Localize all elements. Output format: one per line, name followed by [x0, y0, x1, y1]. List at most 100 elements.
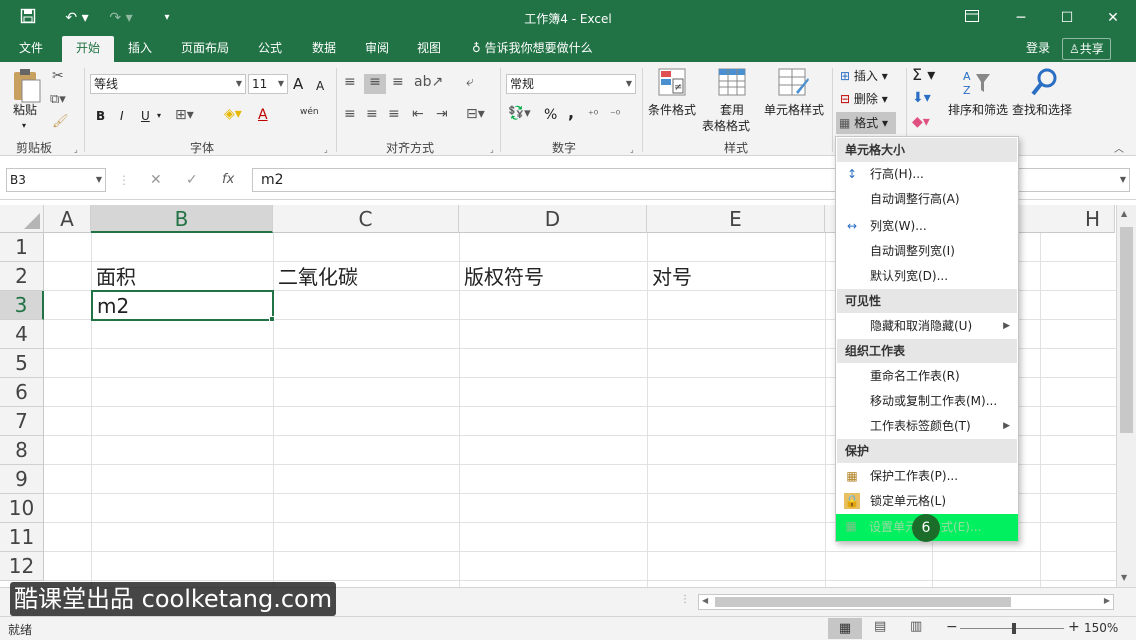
align-left-icon[interactable]: ≡ — [344, 106, 356, 122]
row-header-12[interactable]: 12 — [0, 552, 44, 581]
row-header-5[interactable]: 5 — [0, 349, 44, 378]
select-all-corner[interactable] — [0, 205, 44, 233]
autosum-icon[interactable]: Σ ▾ — [912, 67, 935, 83]
paste-dropdown-icon[interactable]: ▾ — [22, 118, 26, 134]
cell-d2[interactable]: 版权符号 — [460, 263, 544, 292]
column-header-d[interactable]: D — [459, 205, 647, 233]
row-header-7[interactable]: 7 — [0, 407, 44, 436]
accounting-format-icon[interactable]: 💱▾ — [508, 106, 531, 122]
conditional-formatting-button[interactable]: 条件格式 — [648, 102, 696, 118]
sort-filter-icon[interactable]: AZ — [962, 68, 992, 100]
page-break-view-icon[interactable]: ▥ — [910, 619, 922, 634]
login-link[interactable]: 登录 — [1020, 36, 1056, 62]
tab-view[interactable]: 视图 — [411, 36, 447, 62]
paste-button[interactable]: 粘贴 — [13, 102, 37, 118]
column-header-a[interactable]: A — [44, 205, 91, 233]
copy-icon[interactable]: ⧉▾ — [50, 92, 66, 108]
scroll-up-icon[interactable]: ▲ — [1121, 209, 1127, 218]
menu-rename-sheet[interactable]: 重命名工作表(R) — [837, 364, 1017, 389]
menu-autofit-column[interactable]: 自动调整列宽(I) — [837, 239, 1017, 264]
vertical-scrollbar[interactable]: ▲ ▼ — [1116, 205, 1136, 587]
row-header-2[interactable]: 2 — [0, 262, 44, 291]
row-header-3[interactable]: 3 — [0, 291, 44, 320]
page-layout-view-icon[interactable]: ▤ — [874, 619, 886, 634]
scroll-right-icon[interactable]: ▶ — [1104, 596, 1110, 605]
row-header-11[interactable]: 11 — [0, 523, 44, 552]
delete-cells-button[interactable]: ⊟ 删除 ▾ — [840, 91, 888, 107]
zoom-slider-thumb[interactable] — [1012, 623, 1016, 634]
menu-protect-sheet[interactable]: ▦ 保护工作表(P)... — [837, 464, 1017, 489]
format-as-table-label-2[interactable]: 表格格式 — [702, 118, 750, 134]
column-header-e[interactable]: E — [647, 205, 825, 233]
paste-icon[interactable] — [10, 68, 44, 106]
insert-cells-button[interactable]: ⊞ 插入 ▾ — [840, 68, 888, 84]
menu-column-width[interactable]: ↔ 列宽(W)... — [837, 214, 1017, 239]
borders-icon[interactable]: ⊞▾ — [175, 107, 194, 123]
cut-icon[interactable]: ✂ — [52, 68, 64, 84]
wrap-text-icon[interactable]: ⤶ — [466, 74, 474, 90]
align-middle-icon[interactable]: ≡ — [364, 74, 386, 94]
cell-c2[interactable]: 二氧化碳 — [274, 263, 358, 292]
tab-file[interactable]: 文件 — [13, 36, 49, 62]
name-box[interactable]: B3 ▼ — [6, 168, 106, 192]
zoom-in-button[interactable]: + — [1068, 619, 1080, 635]
tab-review[interactable]: 审阅 — [359, 36, 395, 62]
format-as-table-label-1[interactable]: 套用 — [720, 102, 744, 118]
fill-color-icon[interactable]: ◈▾ — [224, 106, 242, 122]
format-painter-icon[interactable]: 🖌 — [52, 114, 69, 130]
ribbon-display-icon[interactable] — [960, 8, 984, 28]
tell-me-box[interactable]: ♁ 告诉我你想要做什么 — [466, 36, 599, 62]
menu-lock-cell[interactable]: 🔒 锁定单元格(L) — [837, 489, 1017, 514]
increase-decimal-icon[interactable]: ⁺⁰ — [588, 107, 598, 123]
share-button[interactable]: ♙共享 — [1062, 38, 1111, 60]
align-top-icon[interactable]: ≡ — [344, 74, 356, 90]
align-bottom-icon[interactable]: ≡ — [392, 74, 404, 90]
format-as-table-icon[interactable] — [718, 68, 746, 100]
sort-filter-button[interactable]: 排序和筛选 — [948, 102, 1008, 118]
tab-insert[interactable]: 插入 — [122, 36, 158, 62]
menu-autofit-row[interactable]: 自动调整行高(A) — [837, 187, 1017, 212]
cell-b3-active[interactable]: m2 — [91, 290, 274, 321]
clear-icon[interactable]: ◆▾ — [912, 114, 930, 130]
column-header-c[interactable]: C — [273, 205, 459, 233]
font-name-dropdown[interactable]: 等线 ▼ — [90, 74, 246, 94]
italic-button[interactable]: I — [120, 108, 124, 124]
close-icon[interactable]: ✕ — [1098, 8, 1128, 28]
enter-icon[interactable]: ✓ — [186, 172, 198, 188]
orientation-icon[interactable]: ab↗ — [414, 74, 443, 90]
underline-button[interactable]: U — [141, 108, 150, 124]
column-header-b[interactable]: B — [91, 205, 273, 233]
row-header-6[interactable]: 6 — [0, 378, 44, 407]
conditional-formatting-icon[interactable]: ≠ — [658, 68, 686, 100]
row-header-4[interactable]: 4 — [0, 320, 44, 349]
scroll-down-icon[interactable]: ▼ — [1121, 573, 1127, 582]
number-format-dropdown[interactable]: 常规 ▼ — [506, 74, 636, 94]
cell-styles-button[interactable]: 单元格样式 — [764, 102, 824, 118]
decrease-indent-icon[interactable]: ⇤ — [412, 106, 424, 122]
comma-style-button[interactable]: , — [568, 105, 574, 121]
cancel-icon[interactable]: ✕ — [150, 172, 162, 188]
bold-button[interactable]: B — [96, 108, 105, 124]
maximize-icon[interactable]: ☐ — [1052, 8, 1082, 28]
percent-style-button[interactable]: % — [544, 107, 557, 123]
row-header-9[interactable]: 9 — [0, 465, 44, 494]
phonetic-guide-button[interactable]: wén — [300, 104, 319, 120]
align-center-icon[interactable]: ≡ — [366, 106, 378, 122]
tab-page-layout[interactable]: 页面布局 — [175, 36, 235, 62]
insert-function-icon[interactable]: fx — [222, 172, 234, 188]
scroll-left-icon[interactable]: ◀ — [702, 596, 708, 605]
row-header-8[interactable]: 8 — [0, 436, 44, 465]
grow-font-button[interactable]: A — [293, 76, 303, 92]
tab-formulas[interactable]: 公式 — [252, 36, 288, 62]
fill-icon[interactable]: ⬇▾ — [912, 90, 931, 106]
tab-home[interactable]: 开始 — [62, 36, 114, 62]
align-right-icon[interactable]: ≡ — [388, 106, 400, 122]
row-header-1[interactable]: 1 — [0, 233, 44, 262]
menu-row-height[interactable]: ↕ 行高(H)... — [837, 162, 1017, 187]
shrink-font-button[interactable]: A — [316, 78, 324, 94]
format-cells-button[interactable]: ▦ 格式 ▾ — [836, 112, 896, 134]
row-header-10[interactable]: 10 — [0, 494, 44, 523]
zoom-out-button[interactable]: − — [946, 619, 958, 635]
fill-handle[interactable] — [269, 316, 275, 322]
menu-hide-unhide[interactable]: 隐藏和取消隐藏(U) ▶ — [837, 314, 1017, 339]
